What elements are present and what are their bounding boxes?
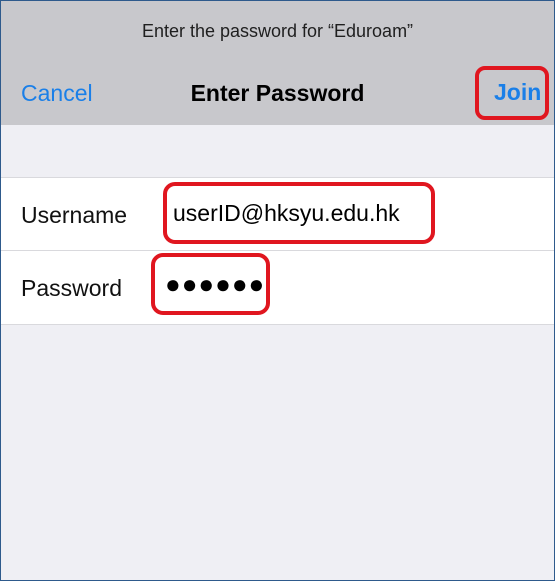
page-title: Enter Password [190, 80, 365, 106]
password-field[interactable]: ●●●●●● [151, 253, 270, 315]
username-row: Username userID@hksyu.edu.hk [1, 178, 554, 250]
password-value: ●●●●●● [165, 269, 266, 299]
password-label: Password [21, 275, 122, 301]
password-row: Password ●●●●●● [1, 251, 554, 323]
username-field[interactable]: userID@hksyu.edu.hk [163, 182, 435, 244]
password-dialog: Enter the password for “Eduroam” Cancel … [0, 0, 555, 581]
username-value: userID@hksyu.edu.hk [173, 200, 400, 226]
dialog-header: Enter the password for “Eduroam” Cancel … [1, 1, 554, 125]
nav-bar: Cancel Enter Password Join [1, 66, 554, 120]
credentials-form: Username userID@hksyu.edu.hk Password ●●… [1, 177, 554, 325]
join-button[interactable]: Join [475, 66, 549, 120]
prompt-text: Enter the password for “Eduroam” [141, 21, 414, 41]
username-label: Username [21, 202, 128, 228]
join-button-label: Join [494, 79, 542, 105]
